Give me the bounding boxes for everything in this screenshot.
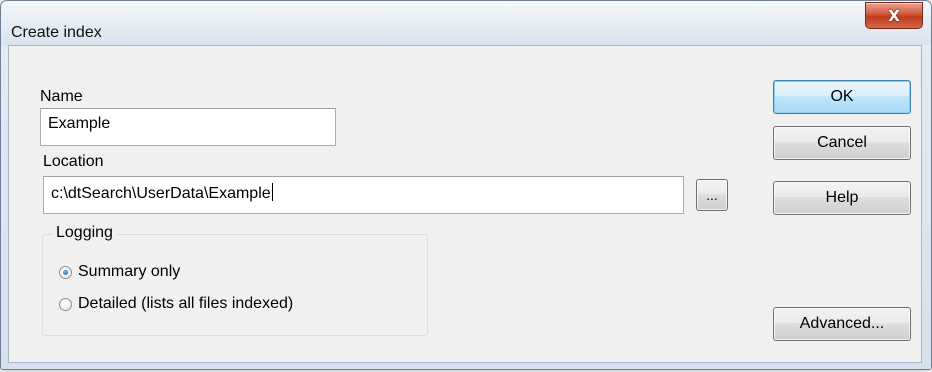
browse-button-label: ... bbox=[706, 187, 718, 203]
name-input-value: Example bbox=[48, 115, 111, 132]
help-button[interactable]: Help bbox=[773, 181, 911, 215]
advanced-button-label: Advanced... bbox=[799, 315, 885, 332]
name-input[interactable]: Example bbox=[40, 108, 336, 146]
location-input-value: c:\dtSearch\UserData\Example bbox=[51, 185, 271, 202]
name-label: Name bbox=[40, 88, 83, 105]
radio-detailed[interactable]: Detailed (lists all files indexed) bbox=[59, 295, 293, 313]
ok-button-label: OK bbox=[830, 88, 854, 105]
title-bar[interactable]: Create index X bbox=[1, 1, 931, 45]
close-button[interactable]: X bbox=[865, 2, 923, 29]
create-index-dialog: Create index X Name Example Location c:\… bbox=[0, 0, 932, 370]
radio-summary-only[interactable]: Summary only bbox=[59, 263, 180, 281]
close-icon: X bbox=[888, 6, 900, 25]
window-title: Create index bbox=[11, 24, 102, 41]
location-label: Location bbox=[43, 153, 104, 170]
logging-groupbox bbox=[42, 234, 428, 336]
radio-summary-only-label: Summary only bbox=[78, 263, 181, 280]
advanced-button[interactable]: Advanced... bbox=[773, 307, 911, 341]
text-caret bbox=[271, 183, 273, 201]
radio-unchecked-icon[interactable] bbox=[59, 297, 72, 311]
dialog-body: Name Example Location c:\dtSearch\UserDa… bbox=[8, 45, 922, 363]
ok-button[interactable]: OK bbox=[773, 80, 911, 114]
location-input[interactable]: c:\dtSearch\UserData\Example bbox=[43, 176, 684, 214]
cancel-button-label: Cancel bbox=[817, 134, 867, 151]
help-button-label: Help bbox=[825, 189, 859, 206]
radio-checked-icon[interactable] bbox=[59, 265, 72, 279]
browse-button[interactable]: ... bbox=[696, 179, 728, 211]
logging-group-title: Logging bbox=[52, 224, 117, 242]
cancel-button[interactable]: Cancel bbox=[773, 126, 911, 160]
radio-detailed-label: Detailed (lists all files indexed) bbox=[78, 295, 294, 312]
